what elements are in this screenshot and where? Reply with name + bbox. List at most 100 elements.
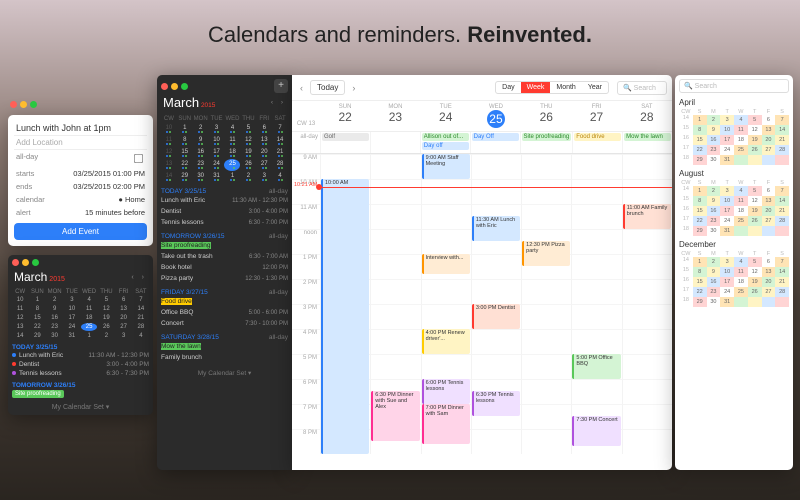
day-header[interactable]: FRI27 [571, 101, 621, 131]
mini-day[interactable]: 14 [775, 267, 789, 277]
view-day[interactable]: Day [496, 82, 520, 93]
time-cell[interactable] [571, 204, 621, 229]
mini-day[interactable] [775, 155, 789, 165]
day-cell[interactable]: 30 [193, 171, 209, 183]
mini-day[interactable]: 6 [762, 115, 776, 125]
time-cell[interactable] [471, 254, 521, 279]
day-cell[interactable]: 14 [272, 135, 288, 147]
time-cell[interactable] [421, 229, 471, 254]
time-cell[interactable] [571, 379, 621, 404]
mini-day[interactable]: 19 [748, 277, 762, 287]
mini-day[interactable]: 26 [748, 287, 762, 297]
day-cell[interactable]: 11 [161, 135, 177, 147]
mini-day[interactable]: 16 [707, 135, 721, 145]
day-header[interactable]: MON23 [370, 101, 420, 131]
day-cell[interactable]: 19 [98, 314, 114, 322]
calendar-event[interactable]: 5:00 PM Office BBQ [572, 354, 620, 379]
mini-day[interactable]: 4 [734, 257, 748, 267]
event-row[interactable]: Office BBQ5:00 - 6:00 PM [161, 307, 288, 318]
mini-day[interactable]: 22 [693, 287, 707, 297]
mini-day[interactable] [775, 226, 789, 236]
mini-day[interactable] [762, 155, 776, 165]
mini-day[interactable]: 28 [775, 287, 789, 297]
time-cell[interactable] [622, 254, 672, 279]
mini-day[interactable]: 6 [762, 186, 776, 196]
day-cell[interactable]: 2 [240, 171, 256, 183]
day-cell[interactable]: 15 [29, 314, 45, 322]
time-cell[interactable] [471, 154, 521, 179]
day-cell[interactable]: 7 [272, 123, 288, 135]
allday-event[interactable]: Mow the lawn [624, 133, 671, 141]
allday-event[interactable]: Day Off [472, 133, 519, 141]
calendar-event[interactable]: Interview with... [422, 254, 470, 274]
calendar-event[interactable]: 11:30 AM Lunch with Eric [472, 216, 520, 241]
day-cell[interactable]: 3 [209, 123, 225, 135]
mini-day[interactable]: 1 [693, 186, 707, 196]
event-row[interactable]: Tennis lessons6:30 - 7:30 PM [12, 369, 149, 378]
mini-day[interactable]: 27 [762, 216, 776, 226]
day-cell[interactable]: 28 [133, 323, 149, 331]
mini-day[interactable]: 25 [734, 287, 748, 297]
day-cell[interactable]: 8 [29, 305, 45, 313]
calendar-select[interactable]: ● Home [118, 195, 145, 204]
mini-day[interactable]: 7 [775, 257, 789, 267]
time-cell[interactable] [622, 429, 672, 454]
day-cell[interactable]: 1 [177, 123, 193, 135]
event-row[interactable]: Dentist3:00 - 4:00 PM [161, 206, 288, 217]
mini-day[interactable]: 29 [693, 297, 707, 307]
mini-day[interactable]: 20 [762, 277, 776, 287]
mini-day[interactable]: 16 [707, 277, 721, 287]
day-cell[interactable]: 11 [224, 135, 240, 147]
day-cell[interactable]: 31 [64, 332, 80, 340]
mini-day[interactable]: 12 [748, 196, 762, 206]
time-cell[interactable] [471, 179, 521, 204]
day-cell[interactable]: 26 [98, 323, 114, 331]
allday-cell[interactable]: Allison out of...Day off [420, 132, 470, 153]
month-nav[interactable]: ‹ › [131, 274, 147, 281]
day-header[interactable]: WED25 [471, 101, 521, 131]
day-cell[interactable]: 16 [193, 147, 209, 159]
mini-day[interactable]: 14 [775, 196, 789, 206]
day-cell[interactable]: 26 [240, 159, 256, 171]
time-cell[interactable] [571, 304, 621, 329]
starts-time[interactable]: 01:00 PM [113, 169, 145, 178]
time-cell[interactable] [622, 179, 672, 204]
time-cell[interactable] [622, 304, 672, 329]
time-cell[interactable] [370, 354, 420, 379]
ends-date[interactable]: 03/25/2015 [73, 182, 111, 191]
mini-day[interactable]: 21 [775, 206, 789, 216]
time-cell[interactable] [622, 404, 672, 429]
allday-tag[interactable]: Site proofreading [12, 390, 64, 398]
day-cell[interactable]: 5 [98, 296, 114, 304]
allday-cell[interactable]: Food drive [572, 132, 622, 153]
mini-day[interactable]: 26 [748, 145, 762, 155]
mini-day[interactable]: 2 [707, 186, 721, 196]
time-cell[interactable] [521, 404, 571, 429]
day-header[interactable]: TUE24 [421, 101, 471, 131]
ends-time[interactable]: 02:00 PM [113, 182, 145, 191]
mini-day[interactable]: 31 [720, 297, 734, 307]
mini-day[interactable] [748, 226, 762, 236]
mini-day[interactable]: 8 [693, 196, 707, 206]
event-title-input[interactable]: Lunch with John at 1pm [14, 121, 147, 136]
mini-day[interactable] [762, 297, 776, 307]
day-cell[interactable]: 17 [64, 314, 80, 322]
day-cell[interactable]: 27 [256, 159, 272, 171]
time-cell[interactable] [622, 354, 672, 379]
allday-cell[interactable]: Day Off [470, 132, 520, 153]
mini-day[interactable]: 12 [748, 125, 762, 135]
calendar-event[interactable]: 12:30 PM Pizza party [522, 241, 570, 266]
mini-day[interactable]: 1 [693, 115, 707, 125]
day-cell[interactable]: 1 [29, 296, 45, 304]
day-cell[interactable]: 10 [209, 135, 225, 147]
time-cell[interactable] [521, 204, 571, 229]
calendar-event[interactable]: 7:30 PM Concert [572, 416, 620, 446]
mini-day[interactable] [748, 297, 762, 307]
day-cell[interactable]: 16 [47, 314, 63, 322]
day-cell[interactable]: 25 [81, 323, 97, 331]
event-row[interactable]: Concert7:30 - 10:00 PM [161, 318, 288, 329]
time-cell[interactable] [622, 279, 672, 304]
day-header[interactable]: SAT28 [622, 101, 672, 131]
starts-date[interactable]: 03/25/2015 [73, 169, 111, 178]
mini-day[interactable]: 7 [775, 186, 789, 196]
